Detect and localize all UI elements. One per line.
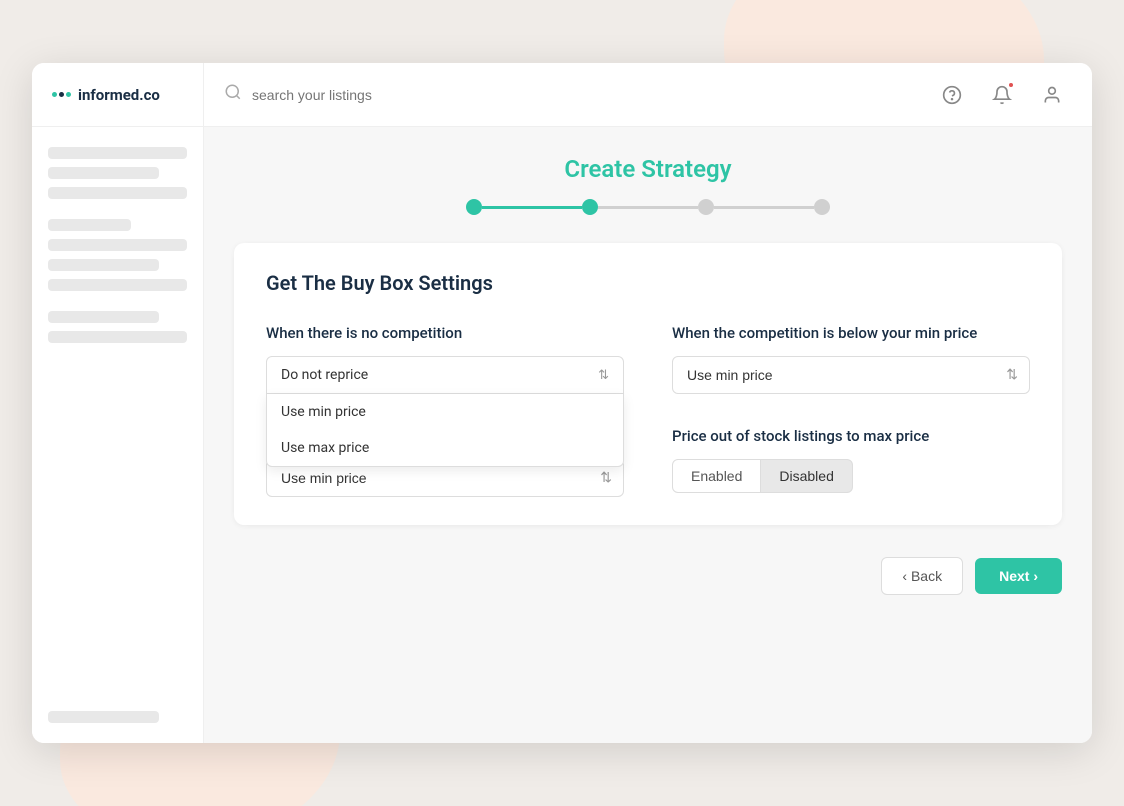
logo-dot-2	[59, 92, 64, 97]
sidebar-group-3	[48, 311, 187, 343]
sidebar-skeleton-10	[48, 711, 159, 723]
next-button[interactable]: Next ›	[975, 558, 1062, 594]
card-title: Get The Buy Box Settings	[266, 271, 1030, 295]
step-progress	[466, 199, 830, 215]
disabled-button[interactable]: Disabled	[761, 459, 852, 493]
sidebar-skeleton-8	[48, 311, 159, 323]
content-area: Create Strategy Get The Buy Box Settings…	[204, 127, 1092, 743]
back-button[interactable]: ‹ Back	[881, 557, 963, 595]
sidebar-skeleton-6	[48, 259, 159, 271]
page-title: Create Strategy	[564, 155, 731, 183]
no-competition-selected: Do not reprice	[281, 367, 368, 383]
logo-dot-1	[52, 92, 57, 97]
sidebar-skeleton-3	[48, 187, 187, 199]
competition-below-select-wrapper: Use min price Do not reprice Use max pri…	[672, 356, 1030, 394]
form-grid: When there is no competition Do not repr…	[266, 323, 1030, 497]
logo-area: informed.co	[32, 63, 204, 127]
dropdown-item-use-min[interactable]: Use min price	[267, 394, 623, 430]
sidebar-skeleton-9	[48, 331, 187, 343]
no-competition-arrow: ⇅	[598, 368, 609, 383]
logo-dots	[52, 92, 71, 97]
sidebar-skeleton-5	[48, 239, 187, 251]
step-line-2	[598, 206, 698, 209]
sidebar-skeleton-1	[48, 147, 187, 159]
app-window: informed.co	[32, 63, 1092, 743]
sidebar-skeleton-7	[48, 279, 187, 291]
search-icon	[224, 83, 242, 106]
dropdown-item-use-max[interactable]: Use max price	[267, 430, 623, 466]
main-area: Create Strategy Get The Buy Box Settings…	[32, 127, 1092, 743]
step-dot-4	[814, 199, 830, 215]
no-competition-display[interactable]: Do not reprice ⇅	[266, 356, 624, 394]
no-competition-menu: Use min price Use max price	[266, 394, 624, 467]
notification-badge	[1007, 81, 1015, 89]
competition-below-label: When the competition is below your min p…	[672, 323, 1030, 344]
action-bar: ‹ Back Next ›	[234, 557, 1062, 595]
out-of-stock-label: Price out of stock listings to max price	[672, 426, 1030, 447]
no-competition-dropdown[interactable]: Do not reprice ⇅ Use min price Use max p…	[266, 356, 624, 394]
sidebar	[32, 127, 204, 743]
step-dot-3	[698, 199, 714, 215]
out-of-stock-toggle: Enabled Disabled	[672, 459, 1030, 493]
sidebar-group-1	[48, 147, 187, 199]
user-button[interactable]	[1036, 79, 1068, 111]
competition-below-section: When the competition is below your min p…	[672, 323, 1030, 394]
logo-text: informed.co	[78, 86, 160, 104]
step-line-1	[482, 206, 582, 209]
no-competition-section: When there is no competition Do not repr…	[266, 323, 624, 394]
enabled-button[interactable]: Enabled	[672, 459, 761, 493]
step-dot-2	[582, 199, 598, 215]
out-of-stock-section: Price out of stock listings to max price…	[672, 426, 1030, 497]
top-bar-icons	[936, 79, 1092, 111]
step-line-3	[714, 206, 814, 209]
no-competition-label: When there is no competition	[266, 323, 624, 344]
sidebar-skeleton-2	[48, 167, 159, 179]
search-area	[204, 83, 936, 106]
step-dot-1	[466, 199, 482, 215]
top-bar: informed.co	[32, 63, 1092, 127]
sidebar-skeleton-4	[48, 219, 131, 231]
competition-below-select[interactable]: Use min price Do not reprice Use max pri…	[672, 356, 1030, 394]
notification-button[interactable]	[986, 79, 1018, 111]
sidebar-group-2	[48, 219, 187, 291]
search-input[interactable]	[252, 87, 916, 103]
logo-dot-3	[66, 92, 71, 97]
settings-card: Get The Buy Box Settings When there is n…	[234, 243, 1062, 525]
logo: informed.co	[52, 86, 160, 104]
help-button[interactable]	[936, 79, 968, 111]
